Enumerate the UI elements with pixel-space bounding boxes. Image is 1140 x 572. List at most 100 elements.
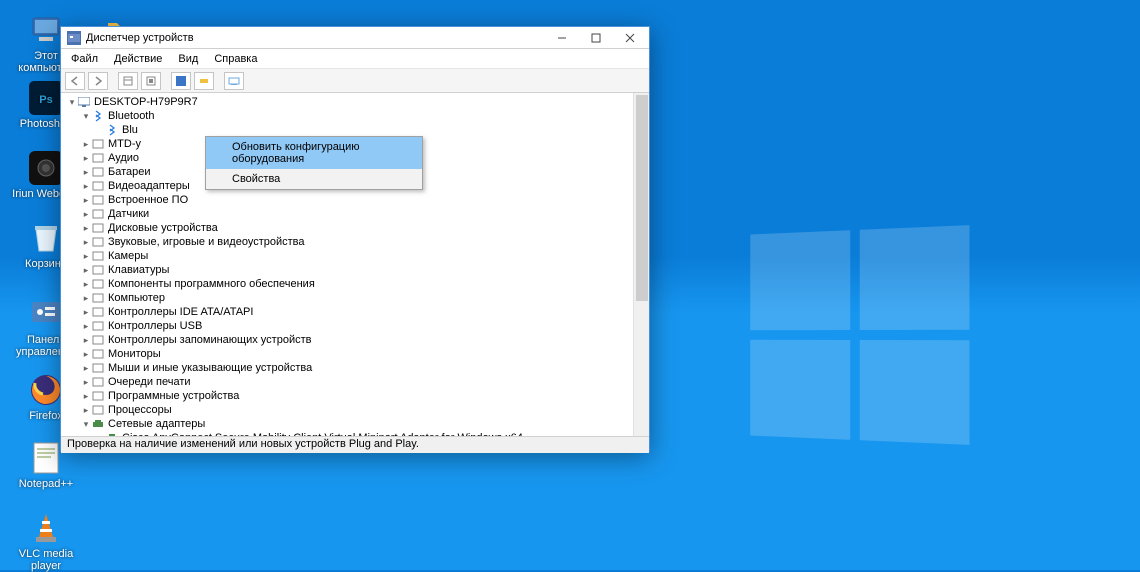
toolbar-button-3[interactable] [118, 72, 138, 90]
caret-icon: ▸ [81, 265, 91, 276]
scrollbar-thumb[interactable] [636, 95, 648, 301]
menubar: Файл Действие Вид Справка [61, 49, 649, 69]
device-icon [91, 334, 105, 346]
caret-icon: ▸ [81, 405, 91, 416]
caret-icon: ▸ [81, 335, 91, 346]
context-menu: Обновить конфигурацию оборудования Свойс… [205, 136, 423, 190]
device-label: Мыши и иные указывающие устройства [108, 362, 312, 374]
tree-net-1[interactable]: Cisco AnyConnect Secure Mobility Client … [61, 431, 649, 437]
device-label: Контроллеры USB [108, 320, 202, 332]
caret-icon: ▸ [81, 195, 91, 206]
desktop-label: VLC mediaplayer [12, 548, 80, 572]
ctrlpanel-icon [28, 296, 64, 332]
caret-icon: ▸ [81, 293, 91, 304]
device-icon [91, 404, 105, 416]
device-icon [91, 166, 105, 178]
device-label: Cisco AnyConnect Secure Mobility Client … [122, 432, 523, 437]
device-label: Контроллеры запоминающих устройств [108, 334, 311, 346]
menu-file[interactable]: Файл [63, 51, 106, 67]
tree-item-4[interactable]: ▸ Встроенное ПО [61, 193, 649, 207]
tree-item-5[interactable]: ▸Датчики [61, 207, 649, 221]
menu-help[interactable]: Справка [206, 51, 265, 67]
ctx-properties[interactable]: Свойства [206, 169, 422, 189]
maximize-button[interactable] [579, 28, 613, 48]
status-bar: Проверка на наличие изменений или новых … [61, 437, 649, 453]
svg-text:Ps: Ps [39, 94, 52, 106]
device-icon [91, 208, 105, 220]
device-label: Клавиатуры [108, 264, 169, 276]
tree-item-7[interactable]: ▸Звуковые, игровые и видеоустройства [61, 235, 649, 249]
menu-view[interactable]: Вид [170, 51, 206, 67]
tree-item-17[interactable]: ▸Очереди печати [61, 375, 649, 389]
device-label: MTD-у [108, 138, 141, 150]
device-icon [91, 348, 105, 360]
caret-icon: ▸ [81, 153, 91, 164]
caret-icon: ▸ [81, 237, 91, 248]
device-label: Программные устройства [108, 390, 239, 402]
caret-icon: ▸ [81, 391, 91, 402]
device-label: DESKTOP-H79P9R7 [94, 96, 198, 108]
device-label: Камеры [108, 250, 148, 262]
back-button[interactable] [65, 72, 85, 90]
device-label: Контроллеры IDE ATA/ATAPI [108, 306, 253, 318]
device-icon [91, 110, 105, 122]
caret-icon: ▸ [81, 251, 91, 262]
caret-icon: ▸ [81, 279, 91, 290]
tree-item-9[interactable]: ▸ Клавиатуры [61, 263, 649, 277]
window-title: Диспетчер устройств [86, 32, 545, 44]
desktop-icon-vlc[interactable]: VLC mediaplayer [12, 510, 80, 572]
device-icon [91, 264, 105, 276]
close-button[interactable] [613, 28, 647, 48]
tree-item-10[interactable]: ▸Компоненты программного обеспечения [61, 277, 649, 291]
tree-item-18[interactable]: ▸ Программные устройства [61, 389, 649, 403]
device-icon [91, 194, 105, 206]
tree-bluetooth[interactable]: ▾Bluetooth [61, 109, 649, 123]
tree-root[interactable]: ▾DESKTOP-H79P9R7 [61, 95, 649, 109]
device-label: Мониторы [108, 348, 161, 360]
tree-item-14[interactable]: ▸ Контроллеры запоминающих устройств [61, 333, 649, 347]
tree-item-16[interactable]: ▸ Мыши и иные указывающие устройства [61, 361, 649, 375]
caret-icon: ▸ [81, 167, 91, 178]
caret-icon: ▸ [81, 307, 91, 318]
titlebar[interactable]: Диспетчер устройств [61, 27, 649, 49]
forward-button[interactable] [88, 72, 108, 90]
device-manager-window: Диспетчер устройств Файл Действие Вид Сп… [60, 26, 650, 452]
tree-item-11[interactable]: ▸Компьютер [61, 291, 649, 305]
toolbar [61, 69, 649, 93]
photoshop-icon: Ps [28, 80, 64, 116]
this-pc-icon [28, 12, 64, 48]
scrollbar[interactable] [633, 93, 649, 436]
toolbar-button-6[interactable] [194, 72, 214, 90]
device-label: Встроенное ПО [108, 194, 188, 206]
device-label: Очереди печати [108, 376, 191, 388]
tree-item-19[interactable]: ▸Процессоры [61, 403, 649, 417]
device-label: Дисковые устройства [108, 222, 218, 234]
device-label: Батареи [108, 166, 151, 178]
device-icon [91, 376, 105, 388]
device-icon [77, 96, 91, 108]
device-icon [91, 152, 105, 164]
tree-network[interactable]: ▾Сетевые адаптеры [61, 417, 649, 431]
tree-item-15[interactable]: ▸Мониторы [61, 347, 649, 361]
ctx-refresh-hardware[interactable]: Обновить конфигурацию оборудования [206, 137, 422, 169]
tree-item-13[interactable]: ▸Контроллеры USB [61, 319, 649, 333]
caret-icon: ▸ [81, 223, 91, 234]
caret-icon: ▸ [81, 363, 91, 374]
toolbar-button-4[interactable] [141, 72, 161, 90]
device-icon [105, 432, 119, 437]
device-icon [91, 362, 105, 374]
notepadpp-icon [28, 440, 64, 476]
toolbar-button-5[interactable] [171, 72, 191, 90]
vlc-icon [28, 510, 64, 546]
device-icon [91, 250, 105, 262]
tree-item-8[interactable]: ▸ Камеры [61, 249, 649, 263]
menu-action[interactable]: Действие [106, 51, 170, 67]
toolbar-button-7[interactable] [224, 72, 244, 90]
caret-icon: ▾ [81, 419, 91, 430]
device-icon [91, 236, 105, 248]
tree-item-6[interactable]: ▸ Дисковые устройства [61, 221, 649, 235]
tree-bluetooth-child[interactable]: Blu [61, 123, 649, 137]
minimize-button[interactable] [545, 28, 579, 48]
firefox-icon [28, 372, 64, 408]
tree-item-12[interactable]: ▸ Контроллеры IDE ATA/ATAPI [61, 305, 649, 319]
